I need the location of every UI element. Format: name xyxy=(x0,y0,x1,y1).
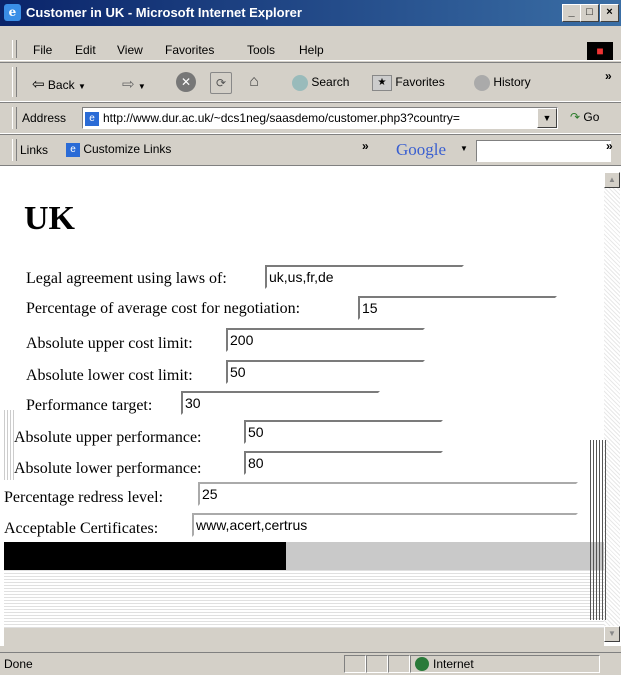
back-button[interactable]: ⇦ Back ▼ xyxy=(32,75,86,93)
render-artifact-right xyxy=(590,440,606,620)
status-panel xyxy=(366,655,388,673)
history-button[interactable]: History xyxy=(474,75,531,91)
negotiation-percentage-label: Percentage of average cost for negotiati… xyxy=(26,300,301,317)
page-icon: e xyxy=(66,142,80,157)
render-artifact-lines xyxy=(4,570,604,628)
google-search-input[interactable] xyxy=(476,140,611,162)
back-label: Back xyxy=(47,78,75,92)
window-title: Customer in UK - Microsoft Internet Expl… xyxy=(26,5,302,20)
forward-arrow-icon: ⇨ xyxy=(122,76,135,93)
links-overflow[interactable]: » xyxy=(362,139,369,153)
history-label: History xyxy=(493,75,531,90)
globe-icon xyxy=(415,657,429,671)
forward-dropdown-icon: ▼ xyxy=(137,82,146,91)
lower-cost-input[interactable] xyxy=(226,360,425,384)
certificates-label: Acceptable Certificates: xyxy=(4,520,159,537)
negotiation-percentage-input[interactable] xyxy=(358,296,557,320)
performance-target-input[interactable] xyxy=(181,391,380,415)
history-icon xyxy=(474,75,490,91)
status-panel xyxy=(344,655,366,673)
google-overflow[interactable]: » xyxy=(606,139,613,153)
upper-cost-input[interactable] xyxy=(226,328,425,352)
vertical-scrollbar[interactable]: ▲ ▼ xyxy=(604,172,620,642)
upper-performance-label: Absolute upper performance: xyxy=(14,429,202,446)
refresh-icon[interactable]: ⟳ xyxy=(210,72,232,94)
favorites-label: Favorites xyxy=(395,75,445,90)
google-dropdown-icon[interactable]: ▼ xyxy=(460,144,468,153)
title-bar[interactable]: e Customer in UK - Microsoft Internet Ex… xyxy=(0,0,621,26)
back-arrow-icon: ⇦ xyxy=(32,76,45,93)
upper-performance-input[interactable] xyxy=(244,420,443,444)
links-label: Links xyxy=(20,143,49,157)
menu-favorites[interactable]: Favorites xyxy=(165,43,214,57)
search-icon xyxy=(292,75,308,91)
render-artifact-grey-band xyxy=(286,542,604,570)
page-icon: e xyxy=(85,111,99,126)
go-arrow-icon: ↷ xyxy=(570,110,581,124)
address-label: Address xyxy=(22,111,67,125)
redress-level-input[interactable] xyxy=(198,482,578,506)
scroll-down-icon[interactable]: ▼ xyxy=(604,626,620,642)
menu-tools[interactable]: Tools xyxy=(247,43,275,57)
address-dropdown-button[interactable]: ▼ xyxy=(537,108,557,128)
minimize-button[interactable]: _ xyxy=(562,4,581,22)
redress-level-label: Percentage redress level: xyxy=(4,489,164,506)
google-logo: Google xyxy=(396,140,447,159)
certificates-input[interactable] xyxy=(192,513,578,537)
search-button[interactable]: Search xyxy=(292,75,349,91)
performance-target-label: Performance target: xyxy=(26,397,153,414)
stop-icon[interactable]: ✕ xyxy=(176,72,196,92)
address-field[interactable]: e http://www.dur.ac.uk/~dcs1neg/saasdemo/… xyxy=(82,107,558,129)
ie-logo-icon: e xyxy=(4,4,21,21)
go-button[interactable]: ↷ Go xyxy=(570,110,599,124)
status-bar: Done Internet xyxy=(0,652,621,675)
close-button[interactable]: × xyxy=(600,4,619,22)
zone-label: Internet xyxy=(433,657,474,671)
legal-agreement-label: Legal agreement using laws of: xyxy=(26,270,227,287)
customize-links-link[interactable]: e Customize Links xyxy=(66,142,171,157)
lower-performance-label: Absolute lower performance: xyxy=(14,460,202,477)
menu-view[interactable]: View xyxy=(117,43,143,57)
menu-help[interactable]: Help xyxy=(299,43,324,57)
home-icon[interactable]: ⌂ xyxy=(244,72,264,92)
render-artifact xyxy=(4,410,14,480)
status-panel xyxy=(388,655,410,673)
go-label: Go xyxy=(583,110,600,124)
legal-agreement-input[interactable] xyxy=(265,265,464,289)
lower-cost-label: Absolute lower cost limit: xyxy=(26,367,193,384)
menu-file[interactable]: File xyxy=(33,43,52,57)
address-url: http://www.dur.ac.uk/~dcs1neg/saasdemo/c… xyxy=(103,111,460,125)
links-grip[interactable] xyxy=(12,139,17,161)
menu-edit[interactable]: Edit xyxy=(75,43,96,57)
render-artifact-bottom xyxy=(4,628,604,646)
upper-cost-label: Absolute upper cost limit: xyxy=(26,335,193,352)
toolbar-overflow[interactable]: » xyxy=(605,69,612,83)
menu-bar: File Edit View Favorites Tools Help ■ xyxy=(0,38,621,61)
address-grip[interactable] xyxy=(12,107,17,129)
standard-toolbar: ⇦ Back ▼ ⇨ ▼ ✕ ⟳ ⌂ Search ★ Favorites Hi… xyxy=(0,62,621,102)
page-heading: UK xyxy=(24,200,75,237)
search-label: Search xyxy=(311,75,350,90)
menu-grip[interactable] xyxy=(12,40,17,58)
favorites-star-icon: ★ xyxy=(372,75,392,91)
address-bar: Address e http://www.dur.ac.uk/~dcs1neg/s… xyxy=(0,102,621,134)
toolbar-grip[interactable] xyxy=(12,67,17,97)
scroll-up-icon[interactable]: ▲ xyxy=(604,172,620,188)
forward-button[interactable]: ⇨ ▼ xyxy=(122,75,146,93)
maximize-button[interactable]: □ xyxy=(580,4,599,22)
lower-performance-input[interactable] xyxy=(244,451,443,475)
customize-links-label: Customize Links xyxy=(83,142,172,156)
render-artifact-black-band xyxy=(4,542,286,570)
status-text: Done xyxy=(4,657,33,671)
favorites-button[interactable]: ★ Favorites xyxy=(372,75,445,91)
back-dropdown-icon: ▼ xyxy=(77,82,86,91)
zone-panel: Internet xyxy=(410,655,600,673)
chevron-down-icon: ▼ xyxy=(542,113,552,123)
windows-logo-icon: ■ xyxy=(587,42,613,60)
links-bar: Links e Customize Links » Google ▼ » xyxy=(0,134,621,166)
